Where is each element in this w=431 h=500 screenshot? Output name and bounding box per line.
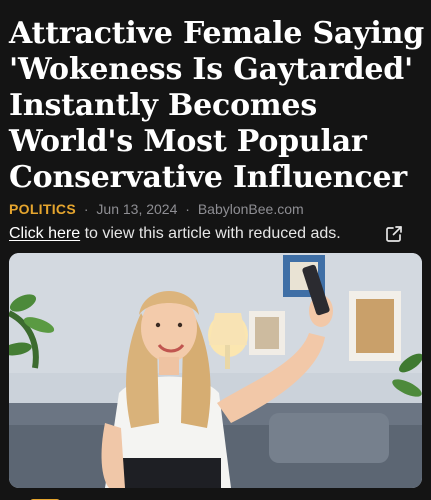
- meta-separator: ·: [83, 201, 89, 217]
- meta-separator: ·: [185, 201, 190, 217]
- source-name: BabylonBee.com: [197, 201, 304, 217]
- article-meta: POLITICS · Jun 13, 2024 · BabylonBee.com: [9, 200, 304, 218]
- next-article-peek: [0, 492, 431, 500]
- headline: Attractive Female Saying 'Wokeness Is Ga…: [9, 16, 424, 195]
- reduced-ads-text: to view this article with reduced ads.: [80, 225, 341, 242]
- publish-date: Jun 13, 2024: [96, 201, 178, 217]
- article: Attractive Female Saying 'Wokeness Is Ga…: [0, 0, 431, 500]
- reduced-ads-link[interactable]: Click here: [9, 225, 80, 242]
- category-label[interactable]: POLITICS: [9, 201, 76, 217]
- hero-photo: [9, 253, 422, 488]
- reduced-ads-banner: Click here to view this article with red…: [9, 223, 419, 245]
- external-link-icon[interactable]: [385, 225, 403, 243]
- hero-image[interactable]: [9, 253, 422, 488]
